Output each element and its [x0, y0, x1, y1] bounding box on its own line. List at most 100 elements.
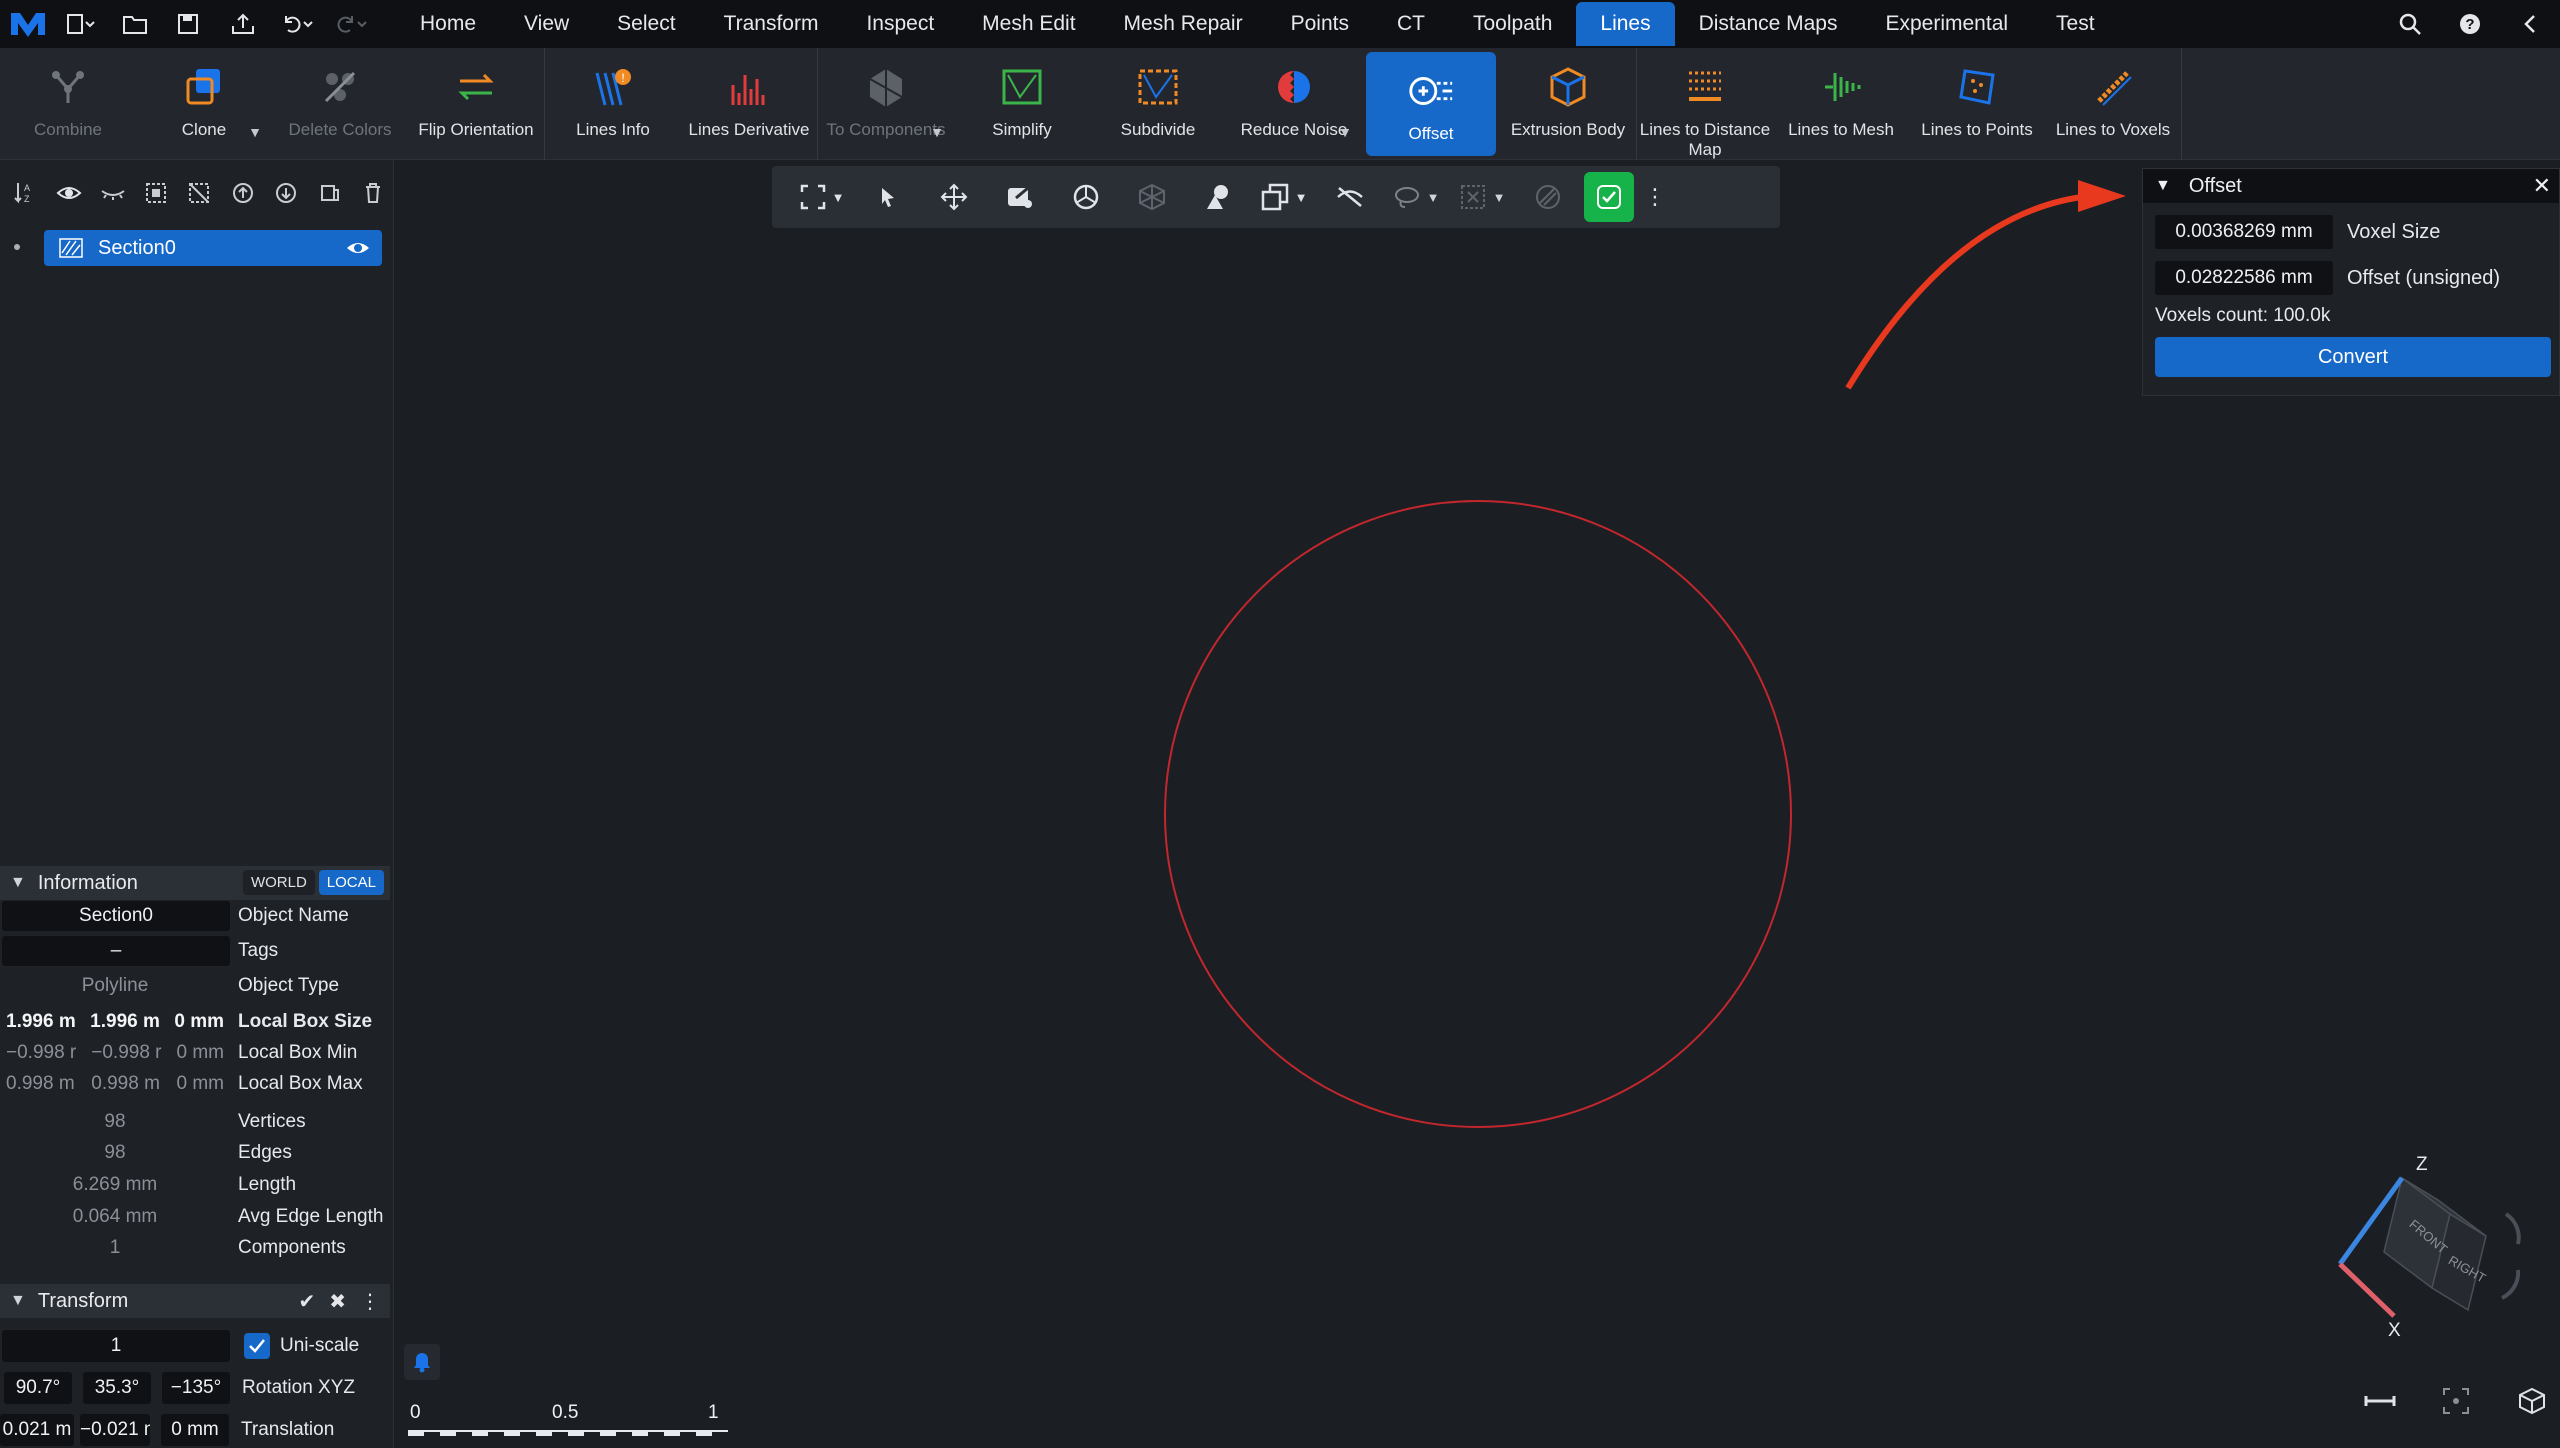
sort-icon[interactable]: AZ: [6, 173, 45, 213]
delete-colors-button[interactable]: Delete Colors: [272, 48, 408, 160]
more-options-icon[interactable]: ⋮: [360, 1289, 380, 1314]
shapes-button[interactable]: [1188, 172, 1248, 222]
simplify-button[interactable]: Simplify: [954, 48, 1090, 160]
chevron-down-icon[interactable]: ▼: [1295, 190, 1308, 205]
deselect-icon[interactable]: [180, 173, 219, 213]
chevron-down-icon[interactable]: ▼: [930, 124, 944, 140]
view-cube[interactable]: FRONT RIGHT Z X: [2330, 1152, 2540, 1342]
lasso-select-button[interactable]: ▼: [1386, 172, 1446, 222]
tab-select[interactable]: Select: [593, 2, 699, 46]
chevron-down-icon[interactable]: ▼: [2155, 177, 2171, 195]
visibility-eye-icon[interactable]: [344, 234, 372, 262]
tab-experimental[interactable]: Experimental: [1861, 2, 2032, 46]
move-mode-button[interactable]: [924, 172, 984, 222]
rotation-x-input[interactable]: 90.7°: [4, 1372, 72, 1404]
lines-info-button[interactable]: ! Lines Info: [545, 48, 681, 160]
chevron-down-icon[interactable]: ▼: [1493, 190, 1506, 205]
rotation-z-input[interactable]: −135°: [162, 1372, 230, 1404]
lines-to-distance-map-button[interactable]: Lines to Distance Map: [1637, 48, 1773, 160]
reduce-noise-button[interactable]: Reduce Noise ▼: [1226, 48, 1362, 160]
tab-transform[interactable]: Transform: [700, 2, 843, 46]
select-mode-button[interactable]: [858, 172, 918, 222]
apply-check-icon[interactable]: ✔: [298, 1289, 315, 1314]
tags-field[interactable]: –: [2, 936, 230, 966]
clone-button[interactable]: Clone ▼: [136, 48, 272, 160]
tab-inspect[interactable]: Inspect: [842, 2, 958, 46]
hide-selected-button[interactable]: [1320, 172, 1380, 222]
open-folder-icon[interactable]: [110, 4, 160, 44]
convert-button[interactable]: Convert: [2155, 337, 2551, 377]
information-header[interactable]: ▼ Information WORLD LOCAL: [0, 866, 390, 900]
tab-toolpath[interactable]: Toolpath: [1449, 2, 1576, 46]
move-down-icon[interactable]: [267, 173, 306, 213]
uniscale-input[interactable]: 1: [2, 1330, 230, 1362]
select-all-icon[interactable]: [136, 173, 175, 213]
fit-selection-icon[interactable]: [2428, 1376, 2484, 1426]
tab-mesh-repair[interactable]: Mesh Repair: [1100, 2, 1267, 46]
notifications-bell-icon[interactable]: [404, 1344, 440, 1380]
chevron-down-icon[interactable]: ▼: [1338, 124, 1352, 140]
translation-z-input[interactable]: 0 mm: [161, 1414, 229, 1446]
help-icon[interactable]: ?: [2440, 4, 2500, 44]
measure-ruler-icon[interactable]: [2352, 1376, 2408, 1426]
trash-icon[interactable]: [354, 173, 393, 213]
box-select-button[interactable]: ▼: [1452, 172, 1512, 222]
more-options-icon[interactable]: ⋮: [1640, 172, 1670, 222]
tree-item-section0[interactable]: Section0: [44, 230, 382, 266]
offset-panel-header[interactable]: ▼ Offset ✕: [2143, 169, 2559, 203]
reset-close-icon[interactable]: ✖: [329, 1289, 346, 1314]
lines-derivative-button[interactable]: Lines Derivative: [681, 48, 817, 160]
offset-input[interactable]: 0.02822586 mm: [2155, 261, 2333, 295]
tab-home[interactable]: Home: [396, 2, 500, 46]
tab-lines[interactable]: Lines: [1576, 2, 1675, 46]
projection-cube-icon[interactable]: [2504, 1376, 2560, 1426]
app-logo-icon[interactable]: [0, 0, 56, 48]
rotate-cube-up-icon[interactable]: [2504, 1212, 2521, 1245]
object-name-field[interactable]: Section0: [2, 901, 230, 931]
lines-to-voxels-button[interactable]: Lines to Voxels: [2045, 48, 2181, 160]
flip-orientation-button[interactable]: Flip Orientation: [408, 48, 544, 160]
hide-all-eye-icon[interactable]: [93, 173, 132, 213]
lines-to-mesh-button[interactable]: Lines to Mesh: [1773, 48, 1909, 160]
to-components-button[interactable]: To Components ▼: [818, 48, 954, 160]
translation-x-input[interactable]: 0.021 m: [0, 1414, 74, 1446]
clipping-button[interactable]: [1518, 172, 1578, 222]
close-icon[interactable]: ✕: [2533, 173, 2551, 199]
tab-test[interactable]: Test: [2032, 2, 2119, 46]
rotation-y-input[interactable]: 35.3°: [83, 1372, 151, 1404]
tab-points[interactable]: Points: [1267, 2, 1373, 46]
transform-header[interactable]: ▼ Transform ✔ ✖ ⋮: [0, 1284, 390, 1318]
rotate-cube-down-icon[interactable]: [2501, 1269, 2521, 1300]
tab-ct[interactable]: CT: [1373, 2, 1449, 46]
undo-icon[interactable]: [272, 4, 322, 44]
new-file-icon[interactable]: [56, 4, 106, 44]
duplicate-icon[interactable]: [310, 173, 349, 213]
search-icon[interactable]: [2380, 4, 2440, 44]
polyline-circle[interactable]: [1164, 500, 1792, 1128]
tab-view[interactable]: View: [500, 2, 593, 46]
subdivide-button[interactable]: Subdivide: [1090, 48, 1226, 160]
show-all-eye-icon[interactable]: [49, 173, 88, 213]
chevron-down-icon[interactable]: ▼: [10, 874, 26, 892]
save-icon[interactable]: [164, 4, 214, 44]
redo-icon[interactable]: [326, 4, 376, 44]
chevron-down-icon[interactable]: ▼: [1427, 190, 1440, 205]
move-up-icon[interactable]: [223, 173, 262, 213]
copy-transform-button[interactable]: ▼: [1254, 172, 1314, 222]
chevron-down-icon[interactable]: ▼: [10, 1292, 26, 1310]
world-toggle[interactable]: WORLD: [242, 870, 315, 895]
extrusion-body-button[interactable]: Extrusion Body: [1500, 48, 1636, 160]
chevron-down-icon[interactable]: ▼: [832, 190, 845, 205]
translation-y-input[interactable]: −0.021 n: [80, 1414, 150, 1446]
fit-view-button[interactable]: ▼: [792, 172, 852, 222]
local-toggle[interactable]: LOCAL: [318, 870, 384, 895]
lines-to-points-button[interactable]: Lines to Points: [1909, 48, 2045, 160]
confirm-toggle-button[interactable]: [1584, 172, 1634, 222]
paint-select-button[interactable]: [990, 172, 1050, 222]
uniscale-checkbox[interactable]: [244, 1333, 270, 1359]
tab-distance-maps[interactable]: Distance Maps: [1675, 2, 1862, 46]
tab-mesh-edit[interactable]: Mesh Edit: [958, 2, 1099, 46]
export-icon[interactable]: [218, 4, 268, 44]
chevron-down-icon[interactable]: ▼: [248, 124, 262, 140]
offset-button[interactable]: Offset: [1366, 52, 1496, 156]
